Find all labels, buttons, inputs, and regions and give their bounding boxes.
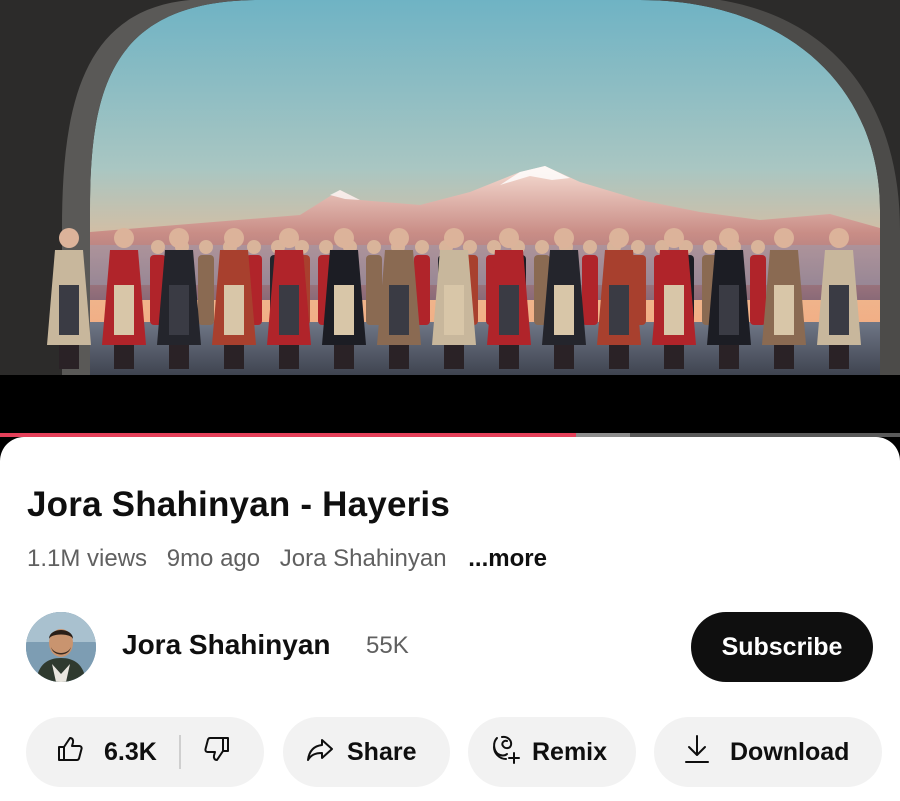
view-count: 1.1M views [27, 545, 148, 572]
remix-button[interactable]: Remix [468, 717, 636, 787]
channel-row[interactable]: Jora Shahinyan 55K Subscribe [0, 612, 900, 684]
subscriber-count: 55K [366, 632, 409, 659]
channel-name-inline: Jora Shahinyan [279, 545, 447, 572]
video-player[interactable] [0, 0, 900, 437]
video-title: Jora Shahinyan - Hayeris [27, 485, 451, 524]
video-details-panel: Jora Shahinyan - Hayeris 1.1M views 9mo … [0, 437, 900, 801]
like-dislike-group: 6.3K [26, 717, 264, 787]
channel-avatar[interactable] [26, 612, 96, 682]
video-metadata[interactable]: 1.1M views 9mo ago Jora Shahinyan ...mor… [27, 545, 560, 573]
subscribe-button[interactable]: Subscribe [691, 612, 873, 682]
dislike-button[interactable] [203, 735, 231, 770]
share-label: Share [347, 737, 417, 766]
thumbs-up-icon [56, 735, 84, 770]
like-button[interactable]: 6.3K [26, 735, 157, 770]
download-button[interactable]: Download [654, 717, 882, 787]
remix-label: Remix [532, 737, 608, 766]
like-count: 6.3K [104, 737, 157, 766]
avatar-image [26, 612, 96, 682]
download-label: Download [730, 737, 850, 766]
share-button[interactable]: Share [283, 717, 450, 787]
thumbs-down-icon [203, 735, 231, 770]
upload-age: 9mo ago [166, 545, 261, 572]
download-arrow-icon [684, 734, 710, 771]
channel-name[interactable]: Jora Shahinyan [122, 629, 331, 661]
more-link[interactable]: ...more [468, 545, 547, 572]
action-bar: 6.3K Share Remix Download [0, 717, 900, 787]
remix-icon [490, 734, 522, 771]
like-divider [178, 735, 181, 769]
video-frame [0, 0, 900, 437]
share-arrow-icon [305, 735, 335, 770]
